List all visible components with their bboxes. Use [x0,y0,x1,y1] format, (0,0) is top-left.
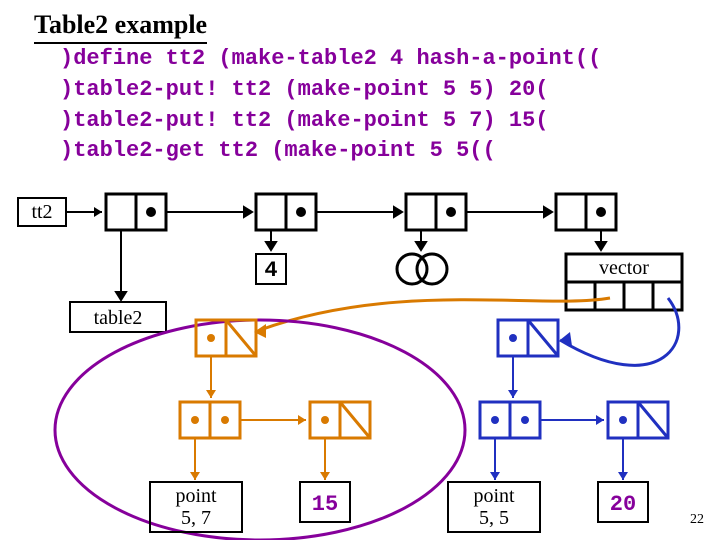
code-line-3: )table2-put! tt2 (make-point 5 7) 15( [60,108,548,133]
code-line-4: )table2-get tt2 (make-point 5 5(( [60,138,496,163]
vector-label: vector [599,257,649,279]
code-line-2: )table2-put! tt2 (make-point 5 5) 20( [60,77,548,102]
table2-label: table2 [94,307,143,329]
point57b: 5, 7 [181,507,211,529]
twenty-label: 20 [610,492,636,517]
fifteen-label: 15 [312,492,338,517]
slide: Table2 example )define tt2 (make-table2 … [0,0,720,540]
slide-title: Table2 example [34,10,207,44]
point57a: point [175,485,217,507]
page-number: 22 [690,512,704,528]
code-block: )define tt2 (make-table2 4 hash-a-point(… [60,44,601,167]
tt2-label: tt2 [31,201,52,223]
diagram-svg: tt2 4 [0,180,720,540]
point55a: point [473,485,515,507]
code-line-1: )define tt2 (make-table2 4 hash-a-point(… [60,46,601,71]
four-label: 4 [264,258,277,283]
point55b: 5, 5 [479,507,509,529]
